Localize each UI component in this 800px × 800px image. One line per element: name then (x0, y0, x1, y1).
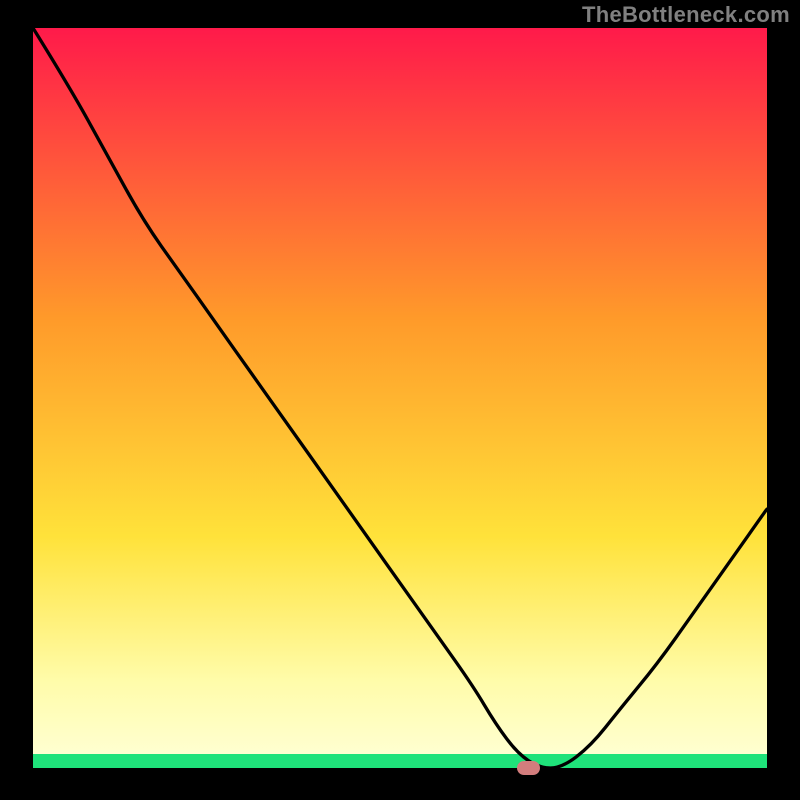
gradient-background (33, 28, 767, 754)
chart-svg (33, 28, 767, 768)
green-strip (33, 754, 767, 768)
minimum-marker (517, 761, 540, 776)
plot-area (33, 28, 767, 768)
watermark-text: TheBottleneck.com (582, 2, 790, 28)
chart-frame: TheBottleneck.com (0, 0, 800, 800)
